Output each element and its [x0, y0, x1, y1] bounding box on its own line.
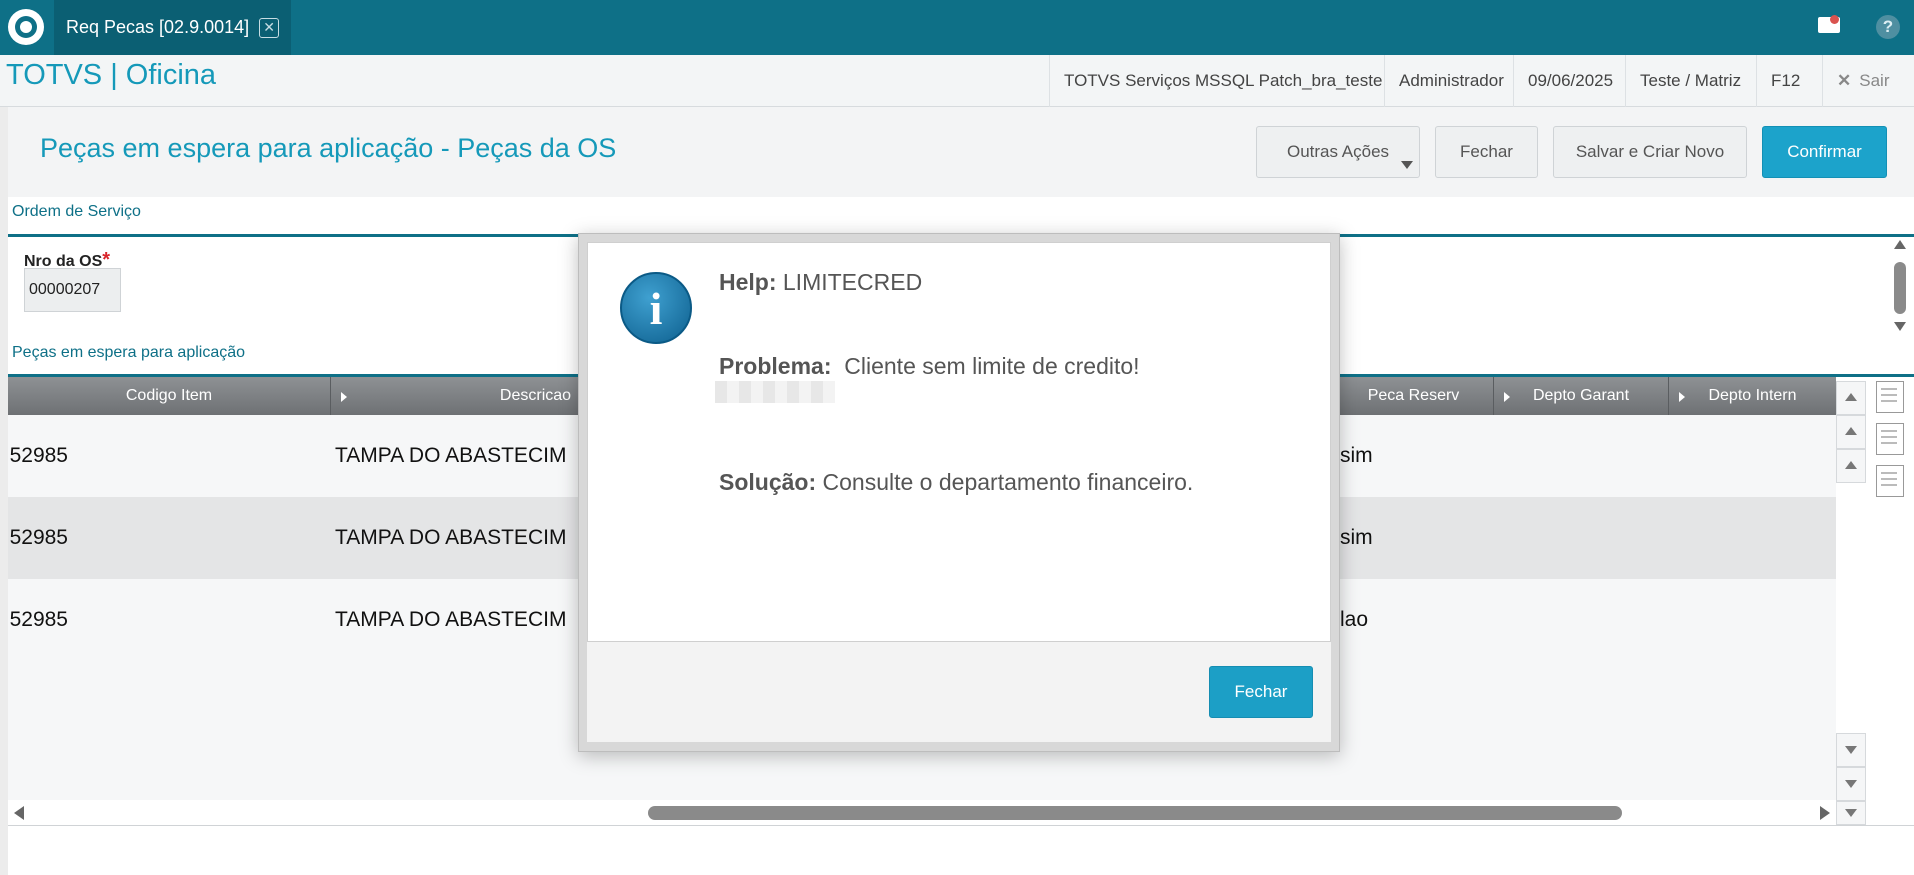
- environment-label: TOTVS Serviços MSSQL Patch_bra_teste: [1049, 55, 1396, 107]
- solucao-line: Solução: Consulte o departamento finance…: [719, 469, 1193, 496]
- section-pecas-espera: Peças em espera para aplicação: [12, 344, 246, 361]
- confirmar-label: Confirmar: [1787, 142, 1862, 161]
- shortcut-f12[interactable]: F12: [1756, 55, 1814, 107]
- expand-arrow-icon: [1504, 392, 1510, 402]
- outras-acoes-label: Outras Ações: [1286, 142, 1390, 161]
- col-depto-intern[interactable]: Depto Intern: [1668, 377, 1836, 415]
- help-label: Help:: [719, 269, 777, 295]
- col-descricao-label: Descricao: [499, 387, 572, 404]
- scroll-thumb[interactable]: [648, 806, 1622, 820]
- chevron-down-icon: [1401, 161, 1413, 169]
- help-line: Help: LIMITECRED: [719, 269, 922, 296]
- scroll-top-button[interactable]: [1836, 381, 1866, 415]
- totvs-logo-icon[interactable]: [8, 9, 44, 45]
- salvar-criar-novo-label: Salvar e Criar Novo: [1575, 142, 1725, 161]
- section-ordem-servico: Ordem de Serviço: [12, 203, 141, 220]
- scroll-up-icon[interactable]: [1894, 240, 1906, 249]
- cell-peca-reserv: sim: [1340, 444, 1373, 467]
- help-dialog-footer: Fechar: [587, 642, 1331, 742]
- scroll-down-icon[interactable]: [1894, 322, 1906, 331]
- solucao-value: Consulte o departamento financeiro.: [822, 469, 1194, 495]
- date-label: 09/06/2025: [1513, 55, 1627, 107]
- arrow-up-icon: [1845, 427, 1857, 435]
- arrow-up-icon: [1845, 393, 1857, 401]
- grid-side-toolbar: [1836, 377, 1914, 825]
- nro-os-input[interactable]: [24, 268, 121, 312]
- scroll-page-up-button[interactable]: [1836, 415, 1866, 449]
- cell-peca-reserv: lao: [1340, 608, 1369, 631]
- tab-label: Req Pecas [02.9.0014]: [66, 17, 250, 37]
- problema-label: Problema:: [719, 353, 832, 379]
- top-bar: Req Pecas [02.9.0014] ✕ ?: [0, 0, 1914, 55]
- company-label: Teste / Matriz: [1625, 55, 1755, 107]
- confirmar-button[interactable]: Confirmar: [1762, 126, 1887, 178]
- col-descricao[interactable]: Descricao: [330, 377, 590, 415]
- scroll-left-icon[interactable]: [14, 806, 24, 820]
- exit-button[interactable]: ✕ Sair: [1822, 55, 1903, 107]
- user-label: Administrador: [1384, 55, 1518, 107]
- problema-value: Cliente sem limite de credito!: [844, 353, 1140, 379]
- cell-descricao: TAMPA DO ABASTECIM: [335, 526, 567, 549]
- solucao-label: Solução:: [719, 469, 817, 495]
- col-depto-garant[interactable]: Depto Garant: [1493, 377, 1668, 415]
- edit-document-icon[interactable]: [1876, 423, 1904, 455]
- expand-arrow-icon: [341, 392, 347, 402]
- problema-line: Problema: Cliente sem limite de credito!: [719, 353, 1140, 380]
- delete-document-icon[interactable]: [1876, 465, 1904, 497]
- exit-label: Sair: [1859, 71, 1890, 90]
- add-document-icon[interactable]: [1876, 381, 1904, 413]
- scroll-page-down-button[interactable]: [1836, 767, 1866, 801]
- col-peca-reserv[interactable]: Peca Reserv: [1333, 377, 1493, 415]
- scroll-bottom-button[interactable]: [1836, 801, 1866, 825]
- arrow-up-icon: [1845, 461, 1857, 469]
- salvar-criar-novo-button[interactable]: Salvar e Criar Novo: [1553, 126, 1747, 178]
- left-edge: [0, 107, 8, 875]
- scroll-thumb[interactable]: [1894, 262, 1906, 314]
- fechar-label: Fechar: [1460, 142, 1513, 161]
- tab-close-icon[interactable]: ✕: [259, 17, 280, 38]
- horizontal-scrollbar[interactable]: [8, 800, 1836, 826]
- fechar-button[interactable]: Fechar: [1435, 126, 1538, 178]
- page-header: Peças em espera para aplicação - Peças d…: [8, 107, 1914, 197]
- cell-descricao: TAMPA DO ABASTECIM: [335, 444, 567, 467]
- vertical-scrollbar[interactable]: [1892, 240, 1908, 336]
- help-dialog-body: i Help: LIMITECRED Problema: Cliente sem…: [587, 242, 1331, 642]
- expand-arrow-icon: [1679, 392, 1685, 402]
- close-icon: ✕: [1837, 71, 1852, 90]
- info-icon: i: [620, 272, 692, 344]
- cell-descricao: TAMPA DO ABASTECIM: [335, 608, 567, 631]
- outras-acoes-button[interactable]: Outras Ações: [1256, 126, 1420, 178]
- arrow-down-icon: [1845, 780, 1857, 788]
- mail-icon[interactable]: [1818, 15, 1840, 33]
- cell-codigo: 52985: [9, 526, 68, 549]
- arrow-down-icon: [1845, 746, 1857, 754]
- scroll-right-icon[interactable]: [1820, 806, 1830, 820]
- cell-peca-reserv: sim: [1340, 526, 1373, 549]
- help-icon[interactable]: ?: [1876, 15, 1900, 39]
- dialog-fechar-button[interactable]: Fechar: [1209, 666, 1313, 718]
- col-depto-intern-label: Depto Intern: [1708, 387, 1797, 404]
- header-bar: TOTVS | Oficina TOTVS Serviços MSSQL Pat…: [0, 55, 1914, 107]
- scroll-up-button[interactable]: [1836, 449, 1866, 483]
- col-codigo-item[interactable]: Codigo Item: [8, 377, 330, 415]
- dialog-fechar-label: Fechar: [1234, 682, 1288, 701]
- arrow-down-icon: [1845, 809, 1857, 817]
- help-value: LIMITECRED: [782, 269, 923, 295]
- app-title: TOTVS | Oficina: [6, 59, 217, 91]
- divider: [8, 825, 1914, 826]
- help-dialog: i Help: LIMITECRED Problema: Cliente sem…: [578, 233, 1340, 752]
- cell-codigo: 52985: [9, 608, 68, 631]
- scroll-down-button[interactable]: [1836, 733, 1866, 767]
- page-title: Peças em espera para aplicação - Peças d…: [40, 133, 617, 163]
- cell-codigo: 52985: [9, 444, 68, 467]
- tab-req-pecas[interactable]: Req Pecas [02.9.0014] ✕: [54, 0, 292, 55]
- mouse-cursor-icon: [600, 285, 610, 313]
- redacted-text: [715, 381, 835, 403]
- col-depto-garant-label: Depto Garant: [1532, 387, 1630, 404]
